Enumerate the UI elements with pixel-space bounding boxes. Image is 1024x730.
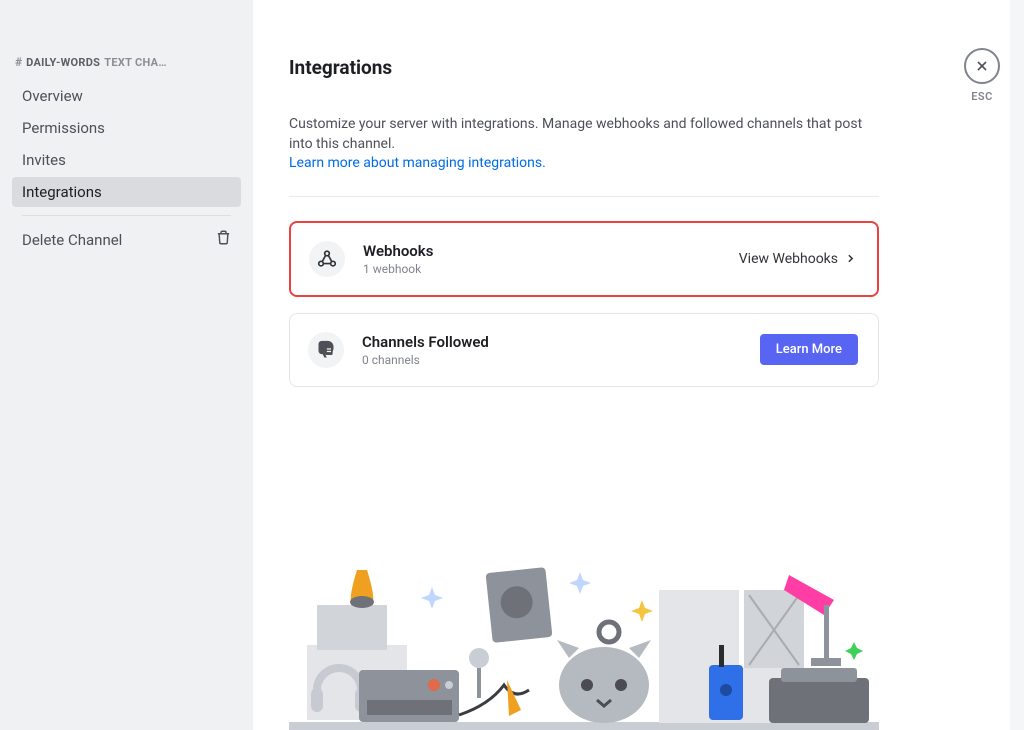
learn-more-button[interactable]: Learn More bbox=[760, 334, 858, 365]
decorative-illustration bbox=[289, 550, 879, 730]
sidebar-item-label: Invites bbox=[22, 151, 66, 169]
sidebar-item-integrations[interactable]: Integrations bbox=[12, 177, 241, 207]
channels-followed-subtitle: 0 channels bbox=[362, 353, 760, 367]
close-panel: ESC bbox=[964, 48, 1000, 103]
description-text: Customize your server with integrations.… bbox=[289, 116, 862, 152]
sidebar: # DAILY-WORDS TEXT CHA… Overview Permiss… bbox=[0, 0, 253, 730]
view-webhooks-link[interactable]: View Webhooks bbox=[739, 251, 857, 267]
divider bbox=[289, 196, 879, 197]
webhooks-title: Webhooks bbox=[363, 242, 739, 260]
main-content: Integrations Customize your server with … bbox=[253, 0, 1024, 730]
sidebar-item-delete-channel[interactable]: Delete Channel bbox=[12, 224, 241, 255]
sidebar-item-label: Integrations bbox=[22, 183, 102, 201]
webhooks-subtitle: 1 webhook bbox=[363, 262, 739, 276]
learn-more-link[interactable]: Learn more about managing integrations. bbox=[289, 155, 546, 171]
channel-type: TEXT CHA… bbox=[104, 56, 167, 69]
close-icon bbox=[974, 58, 990, 74]
chevron-right-icon bbox=[844, 252, 857, 265]
divider bbox=[22, 215, 231, 216]
webhook-icon bbox=[309, 241, 345, 277]
page-title: Integrations bbox=[289, 56, 879, 79]
close-button[interactable] bbox=[964, 48, 1000, 84]
webhooks-card[interactable]: Webhooks 1 webhook View Webhooks bbox=[289, 221, 879, 297]
announcement-icon bbox=[308, 332, 344, 368]
channels-followed-card[interactable]: Channels Followed 0 channels Learn More bbox=[289, 313, 879, 387]
page-description: Customize your server with integrations.… bbox=[289, 115, 879, 174]
channel-name: DAILY-WORDS bbox=[26, 56, 100, 69]
channels-followed-info: Channels Followed 0 channels bbox=[362, 333, 760, 367]
sidebar-item-label: Delete Channel bbox=[22, 231, 122, 249]
view-webhooks-label: View Webhooks bbox=[739, 251, 838, 267]
close-label: ESC bbox=[971, 90, 993, 103]
sidebar-item-permissions[interactable]: Permissions bbox=[12, 113, 241, 143]
sidebar-item-label: Overview bbox=[22, 87, 83, 105]
sidebar-item-invites[interactable]: Invites bbox=[12, 145, 241, 175]
hash-icon: # bbox=[15, 55, 22, 69]
channels-followed-title: Channels Followed bbox=[362, 333, 760, 351]
sidebar-item-label: Permissions bbox=[22, 119, 105, 137]
sidebar-item-overview[interactable]: Overview bbox=[12, 81, 241, 111]
trash-icon bbox=[216, 230, 231, 249]
scrollbar[interactable] bbox=[1010, 0, 1024, 730]
webhooks-info: Webhooks 1 webhook bbox=[363, 242, 739, 276]
sidebar-channel-header: # DAILY-WORDS TEXT CHA… bbox=[12, 55, 241, 69]
